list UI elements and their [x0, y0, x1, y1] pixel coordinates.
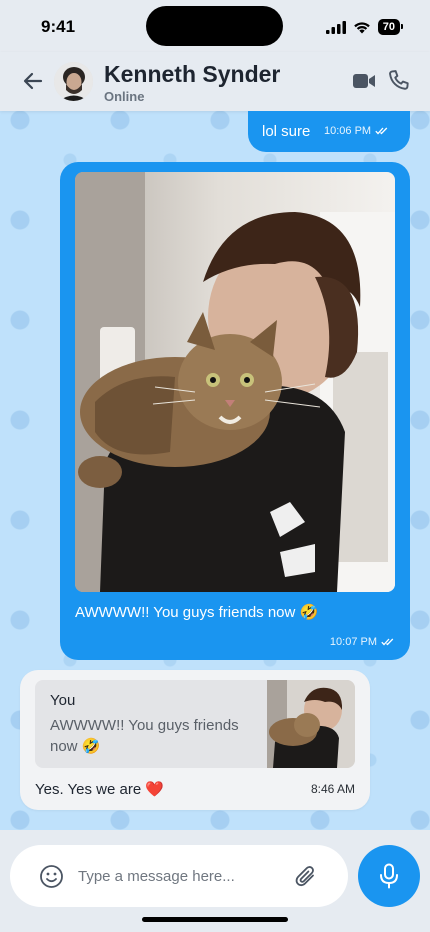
outgoing-message-bubble[interactable]: lol sure 10:06 PM: [248, 111, 410, 152]
message-timestamp: 10:07 PM: [330, 636, 394, 648]
message-text: AWWWW!! You guys friends now 🤣: [75, 604, 319, 621]
quoted-text: AWWWW!! You guys friends now 🤣: [50, 717, 239, 755]
quoted-reply[interactable]: You AWWWW!! You guys friends now 🤣: [35, 680, 355, 768]
video-camera-icon[interactable]: [352, 70, 376, 92]
home-indicator: [142, 917, 288, 922]
message-timestamp: 10:06 PM: [324, 125, 388, 137]
battery-indicator: 70: [377, 19, 404, 35]
message-text: lol sure: [262, 123, 311, 140]
paperclip-icon[interactable]: [294, 864, 318, 890]
chat-header: Kenneth Synder Online: [0, 52, 430, 111]
message-time: 10:07 PM: [329, 636, 377, 648]
status-bar: 9:41 70: [0, 0, 430, 52]
message-text: Yes. Yes we are ❤️: [35, 781, 165, 798]
quoted-photo-thumbnail: [267, 680, 355, 768]
message-time: 8:46 AM: [310, 782, 355, 796]
message-input[interactable]: [78, 863, 288, 889]
avatar[interactable]: [54, 62, 93, 101]
double-check-icon: [375, 127, 388, 135]
arrow-left-icon[interactable]: [22, 70, 44, 92]
message-time: 10:06 PM: [324, 125, 372, 137]
wifi-icon: [353, 21, 370, 33]
double-check-icon: [381, 638, 394, 646]
microphone-button[interactable]: [358, 845, 420, 907]
contact-name: Kenneth Synder: [104, 61, 281, 87]
cellular-signal-icon: [325, 20, 346, 34]
quoted-sender: You: [50, 692, 76, 709]
message-input-container: [10, 845, 348, 907]
composer-bar: [0, 830, 430, 932]
contact-status: Online: [104, 89, 145, 104]
phone-icon[interactable]: [387, 69, 410, 92]
smiley-icon[interactable]: [39, 864, 64, 889]
status-icons: 70: [325, 19, 404, 35]
dynamic-island: [146, 6, 283, 46]
status-time: 9:41: [41, 17, 76, 36]
incoming-message-bubble[interactable]: You AWWWW!! You guys friends now 🤣 Yes. …: [20, 670, 370, 810]
microphone-icon: [380, 863, 398, 889]
message-photo[interactable]: [75, 172, 395, 592]
outgoing-photo-message[interactable]: AWWWW!! You guys friends now 🤣 10:07 PM: [60, 162, 410, 660]
